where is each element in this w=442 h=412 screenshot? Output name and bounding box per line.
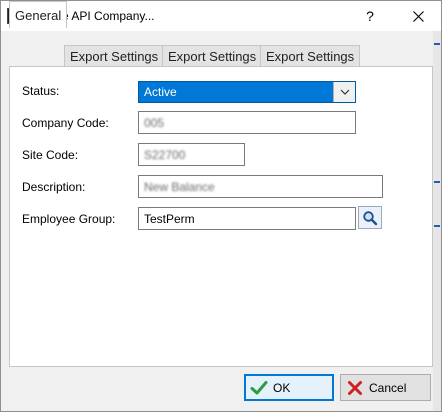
background-marker xyxy=(434,43,440,45)
description-label: Description: xyxy=(22,180,86,194)
ok-label: OK xyxy=(273,380,291,395)
close-button[interactable] xyxy=(395,1,441,31)
employee-group-lookup-button[interactable] xyxy=(358,206,382,229)
checkmark-icon xyxy=(250,379,268,397)
status-label: Status: xyxy=(22,84,60,98)
employee-group-label: Employee Group: xyxy=(22,212,116,226)
chevron-down-icon[interactable] xyxy=(333,82,355,102)
ok-button[interactable]: OK xyxy=(244,374,334,401)
tab-general[interactable]: General xyxy=(9,1,68,28)
help-button[interactable]: ? xyxy=(347,1,393,31)
x-icon xyxy=(346,379,364,397)
help-icon: ? xyxy=(366,8,374,24)
cancel-label: Cancel xyxy=(369,380,407,395)
employee-group-field[interactable]: TestPerm xyxy=(138,207,356,230)
employee-group-value: TestPerm xyxy=(144,211,195,226)
tab-export-settings-3[interactable]: Export Settings xyxy=(260,45,361,67)
site-code-value: S22700 xyxy=(144,147,186,162)
company-code-field[interactable]: 005 xyxy=(138,111,356,134)
description-field[interactable]: New Balance xyxy=(138,175,383,198)
update-api-company-dialog: Update API Company... ? General Export S… xyxy=(0,0,442,412)
tab-export-settings-2[interactable]: Export Settings xyxy=(162,45,263,67)
search-icon xyxy=(363,210,378,225)
company-code-value: 005 xyxy=(144,115,165,130)
tab-label: Export Settings xyxy=(266,49,355,64)
tab-label: General xyxy=(15,7,62,23)
tab-label: Export Settings xyxy=(168,49,257,64)
cancel-button[interactable]: Cancel xyxy=(340,374,431,401)
background-marker xyxy=(434,225,440,227)
close-icon xyxy=(412,10,424,22)
site-code-label: Site Code: xyxy=(22,148,79,162)
tab-export-settings-1[interactable]: Export Settings xyxy=(64,45,165,67)
status-select[interactable]: Active xyxy=(138,81,356,103)
background-marker xyxy=(434,181,440,183)
description-value: New Balance xyxy=(144,179,215,194)
background-window-edge xyxy=(433,31,441,411)
status-value: Active xyxy=(144,85,177,99)
site-code-field[interactable]: S22700 xyxy=(138,143,245,166)
tab-label: Export Settings xyxy=(70,49,159,64)
company-code-label: Company Code: xyxy=(22,116,109,130)
